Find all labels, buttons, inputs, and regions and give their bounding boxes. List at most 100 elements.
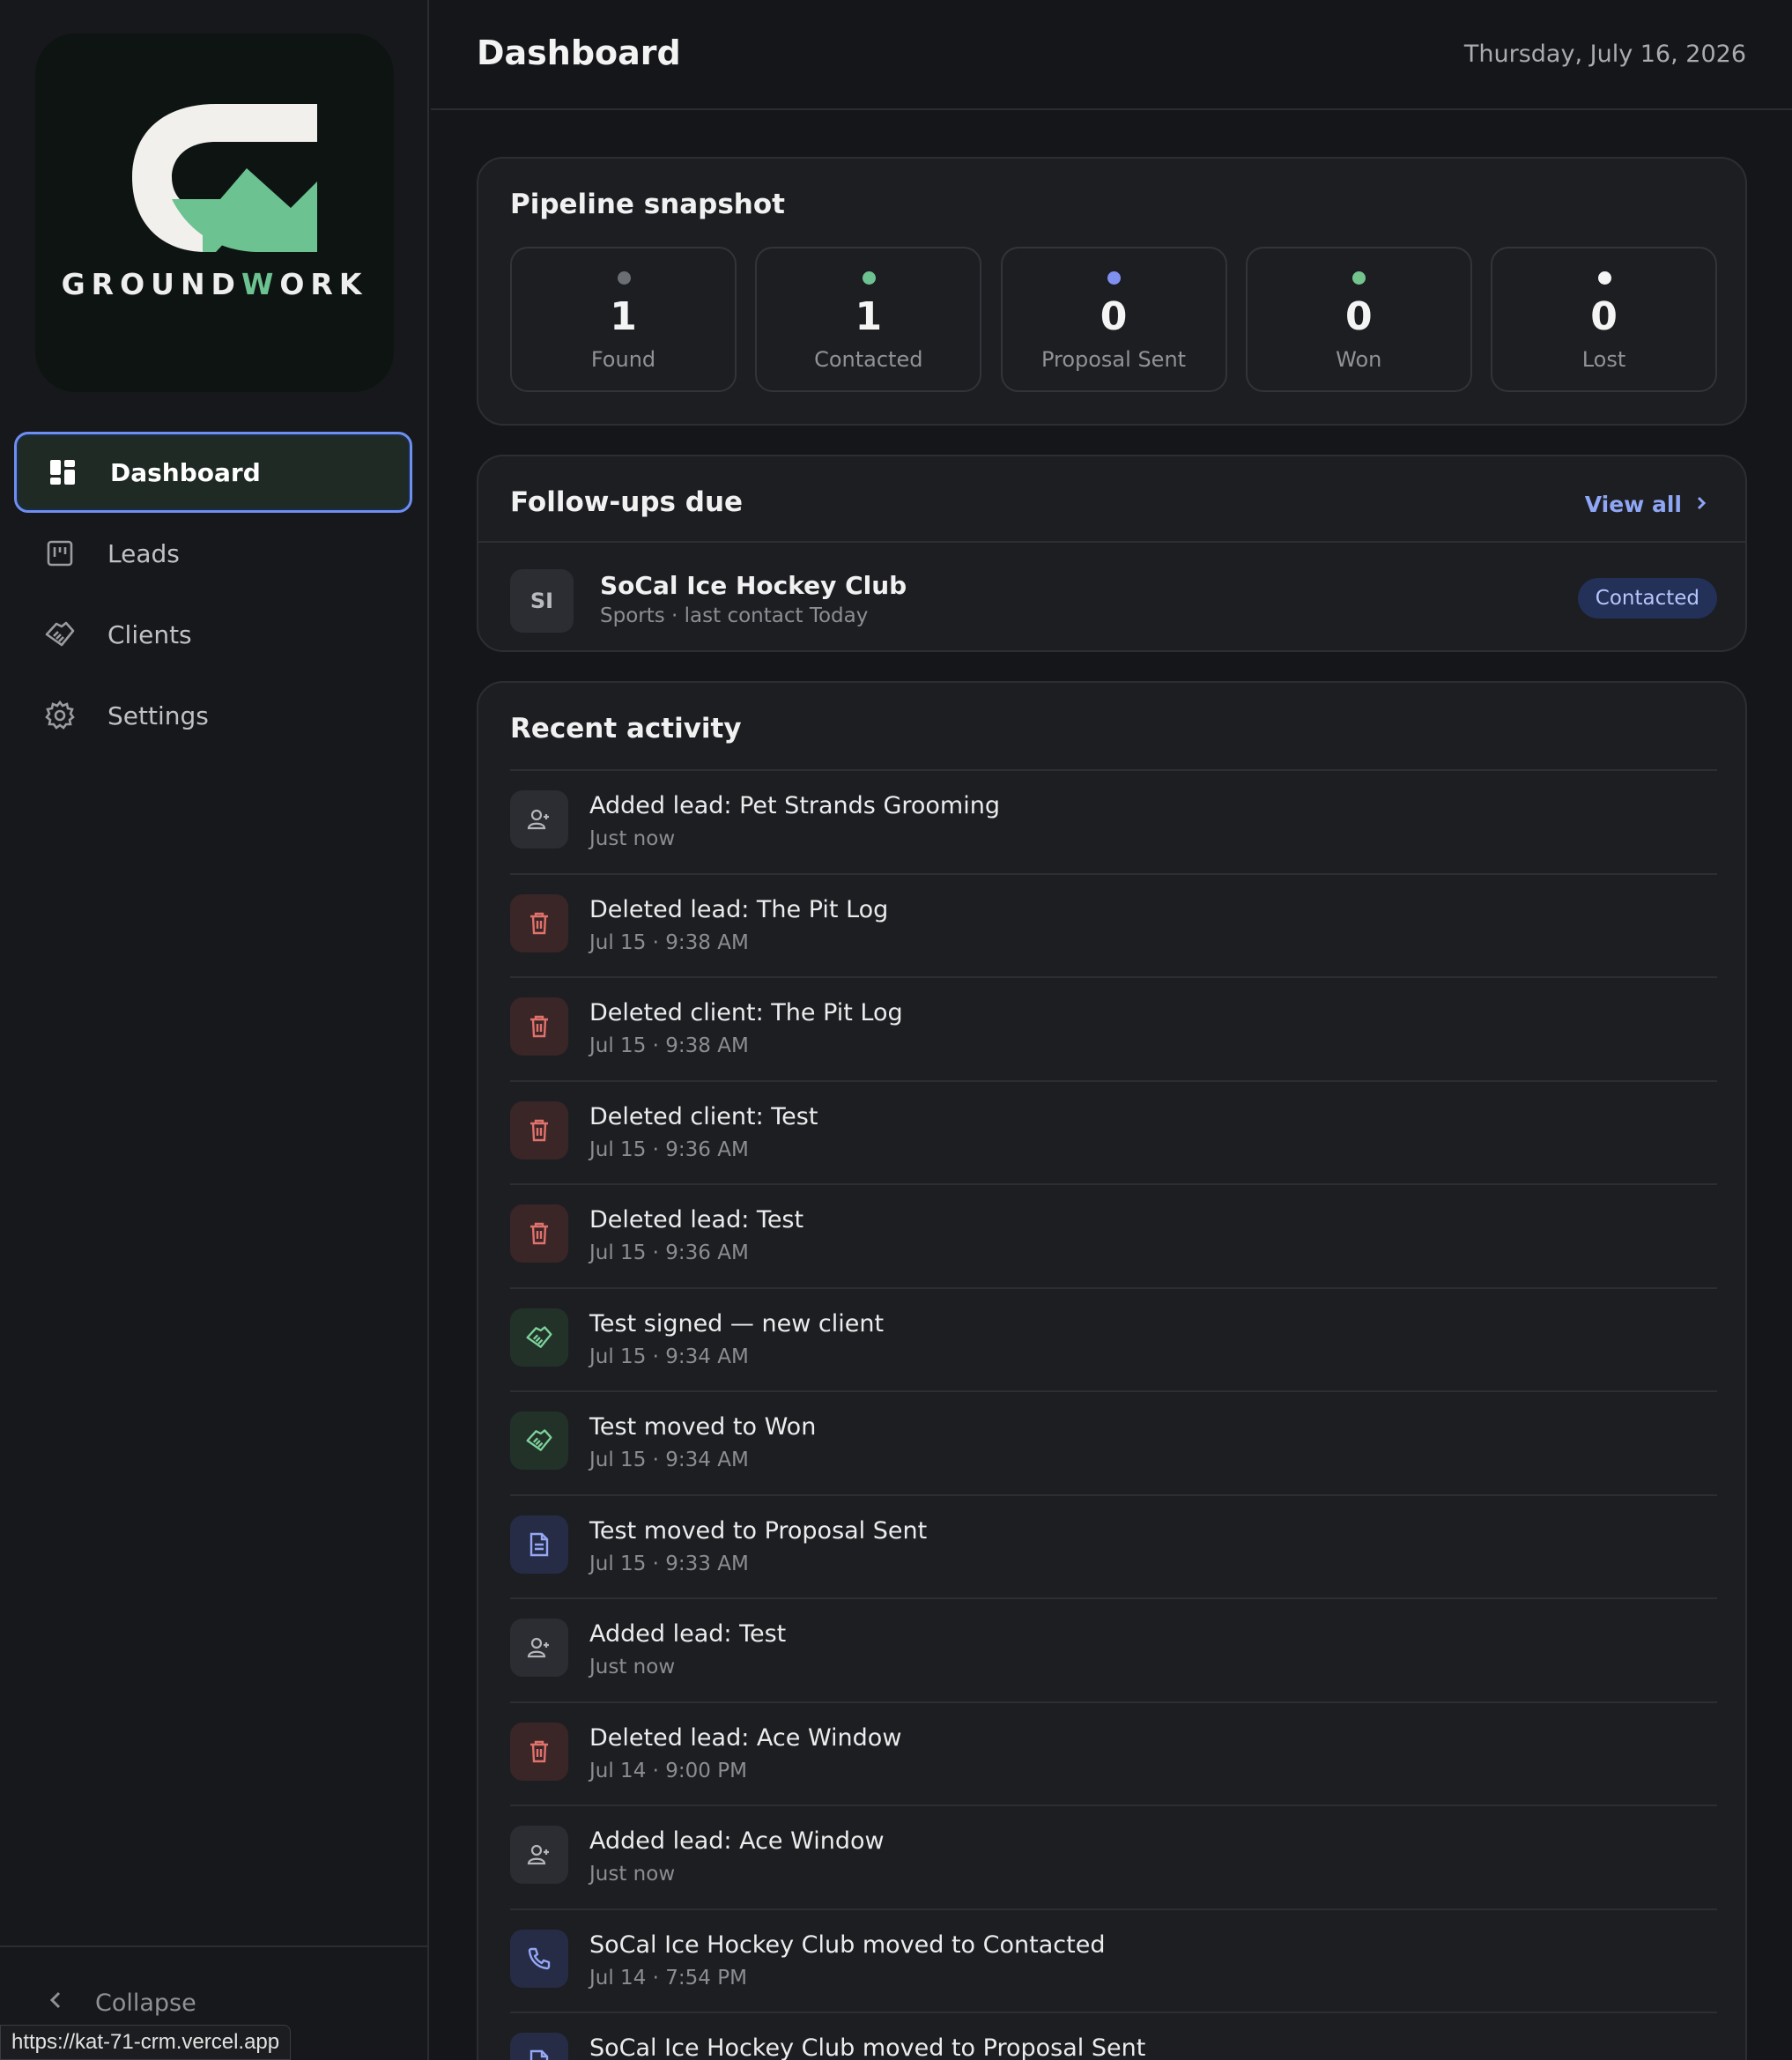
- stage-dot: [1597, 271, 1611, 285]
- followup-row[interactable]: SI SoCal Ice Hockey Club Sports · last c…: [510, 566, 1717, 633]
- sidebar-item-settings[interactable]: Settings: [14, 675, 412, 756]
- list-item[interactable]: SoCal Ice Hockey Club moved to Contacted…: [510, 1908, 1717, 2012]
- sidebar-item-dashboard[interactable]: Dashboard: [14, 432, 412, 513]
- list-item[interactable]: Test moved to Won Jul 15 · 9:34 AM: [510, 1390, 1717, 1494]
- stage-count: 1: [610, 294, 637, 339]
- status-url-tooltip: https://kat-71-crm.vercel.app: [0, 2025, 292, 2060]
- stage-proposal-sent[interactable]: 0 Proposal Sent: [1000, 247, 1227, 392]
- activity-time: Just now: [589, 827, 676, 850]
- followups-card: Follow-ups due View all SI SoCal Ice Hoc…: [477, 455, 1747, 652]
- activity-text: Deleted lead: Ace Window: [589, 1723, 902, 1752]
- document-icon: [510, 1515, 568, 1574]
- stage-dot: [1352, 271, 1366, 285]
- activity-text: Deleted lead: The Pit Log: [589, 895, 889, 923]
- activity-list: Added lead: Pet Strands Grooming Just no…: [510, 769, 1717, 2060]
- activity-time: Jul 15 · 9:36 AM: [589, 1137, 749, 1161]
- pipeline-stages: 1 Found 1 Contacted 0 Proposal Sent 0 Wo…: [510, 247, 1717, 392]
- activity-text: Test moved to Won: [589, 1413, 817, 1441]
- add-user-icon: [510, 790, 568, 848]
- followup-name: SoCal Ice Hockey Club: [600, 571, 907, 600]
- sidebar-item-clients[interactable]: Clients: [14, 594, 412, 675]
- gear-icon: [44, 700, 76, 731]
- list-item[interactable]: Deleted lead: The Pit Log Jul 15 · 9:38 …: [510, 872, 1717, 977]
- add-user-icon: [510, 1826, 568, 1884]
- stage-count: 1: [855, 294, 883, 339]
- stage-contacted[interactable]: 1 Contacted: [755, 247, 982, 392]
- view-all-link[interactable]: View all: [1585, 492, 1707, 517]
- stage-label: Found: [590, 347, 656, 372]
- trash-icon: [510, 997, 568, 1056]
- activity-text: Added lead: Ace Window: [589, 1827, 885, 1855]
- activity-time: Just now: [589, 1863, 676, 1886]
- add-user-icon: [510, 1619, 568, 1677]
- stage-dot: [617, 271, 631, 285]
- stage-count: 0: [1590, 294, 1618, 339]
- stage-count: 0: [1344, 294, 1373, 339]
- list-item[interactable]: Deleted client: The Pit Log Jul 15 · 9:3…: [510, 976, 1717, 1080]
- activity-time: Jul 15 · 9:34 AM: [589, 1449, 749, 1471]
- chevron-right-icon: [1696, 492, 1707, 517]
- list-item[interactable]: Test signed — new client Jul 15 · 9:34 A…: [510, 1286, 1717, 1391]
- list-item[interactable]: Deleted client: Test Jul 15 · 9:36 AM: [510, 1079, 1717, 1184]
- stage-won[interactable]: 0 Won: [1245, 247, 1472, 392]
- stage-count: 0: [1100, 294, 1128, 339]
- pipeline-title: Pipeline snapshot: [510, 189, 785, 220]
- handshake-icon: [510, 1308, 568, 1367]
- page-title: Dashboard: [477, 33, 681, 72]
- sidebar-item-label: Leads: [107, 538, 180, 568]
- avatar: SI: [510, 569, 574, 633]
- list-item[interactable]: Added lead: Ace Window Just now: [510, 1804, 1717, 1908]
- sidebar-item-label: Clients: [107, 619, 192, 649]
- trash-icon: [510, 1722, 568, 1781]
- sidebar-item-label: Settings: [107, 700, 209, 730]
- activity-time: Jul 15 · 9:38 AM: [589, 1034, 749, 1057]
- handshake-icon: [510, 1412, 568, 1470]
- stage-label: Contacted: [814, 347, 923, 372]
- activity-text: Deleted lead: Test: [589, 1206, 804, 1234]
- pipeline-snapshot-card: Pipeline snapshot 1 Found 1 Contacted 0 …: [477, 157, 1747, 426]
- activity-text: Test moved to Proposal Sent: [589, 1516, 928, 1545]
- list-item[interactable]: SoCal Ice Hockey Club moved to Proposal …: [510, 2012, 1717, 2060]
- activity-time: Jul 15 · 9:33 AM: [589, 1552, 749, 1575]
- brand-logo[interactable]: GROUNDWORK: [35, 33, 394, 392]
- sidebar: GROUNDWORK Dashboard Leads Clients Setti…: [0, 0, 429, 2060]
- stage-dot: [1107, 271, 1121, 285]
- chevron-left-icon: [48, 1990, 63, 2017]
- collapse-label: Collapse: [95, 1990, 196, 2017]
- stage-label: Won: [1336, 347, 1382, 372]
- activity-time: Jul 15 · 9:38 AM: [589, 930, 749, 954]
- sidebar-item-leads[interactable]: Leads: [14, 513, 412, 594]
- stage-found[interactable]: 1 Found: [510, 247, 737, 392]
- phone-icon: [510, 1929, 568, 1988]
- activity-time: Jul 15 · 9:34 AM: [589, 1345, 749, 1368]
- activity-text: Deleted client: The Pit Log: [589, 999, 903, 1026]
- sidebar-item-label: Dashboard: [110, 457, 261, 487]
- main-content: Dashboard Thursday, July 16, 2026 Pipeli…: [431, 0, 1792, 2060]
- activity-text: Deleted client: Test: [589, 1102, 818, 1130]
- activity-text: Test signed — new client: [589, 1309, 885, 1338]
- brand-wordmark: GROUNDWORK: [61, 267, 368, 301]
- activity-time: Jul 14 · 7:54 PM: [589, 1966, 747, 1990]
- top-bar: Dashboard Thursday, July 16, 2026: [431, 0, 1792, 110]
- activity-text: SoCal Ice Hockey Club moved to Contacted: [589, 1930, 1106, 1959]
- stage-lost[interactable]: 0 Lost: [1491, 247, 1717, 392]
- list-item[interactable]: Added lead: Pet Strands Grooming Just no…: [510, 769, 1717, 873]
- list-item[interactable]: Deleted lead: Ace Window Jul 14 · 9:00 P…: [510, 1701, 1717, 1805]
- trash-icon: [510, 1204, 568, 1263]
- activity-text: Added lead: Pet Strands Grooming: [589, 792, 1000, 819]
- handshake-icon: [44, 619, 76, 650]
- groundwork-logo-mark: [132, 104, 317, 252]
- activity-time: Just now: [589, 1656, 676, 1678]
- list-item[interactable]: Test moved to Proposal Sent Jul 15 · 9:3…: [510, 1493, 1717, 1598]
- list-item[interactable]: Deleted lead: Test Jul 15 · 9:36 AM: [510, 1183, 1717, 1287]
- view-all-label: View all: [1584, 492, 1682, 517]
- trash-icon: [510, 893, 568, 952]
- list-item[interactable]: Added lead: Test Just now: [510, 1597, 1717, 1701]
- recent-activity-card: Recent activity Added lead: Pet Strands …: [477, 681, 1747, 2060]
- followup-meta: Sports · last contact Today: [600, 604, 869, 627]
- stage-label: Proposal Sent: [1040, 347, 1187, 372]
- collapse-button[interactable]: Collapse: [48, 1990, 196, 2017]
- dashboard-icon: [47, 456, 78, 488]
- activity-text: Added lead: Test: [589, 1620, 787, 1648]
- activity-text: SoCal Ice Hockey Club moved to Proposal …: [589, 2034, 1146, 2060]
